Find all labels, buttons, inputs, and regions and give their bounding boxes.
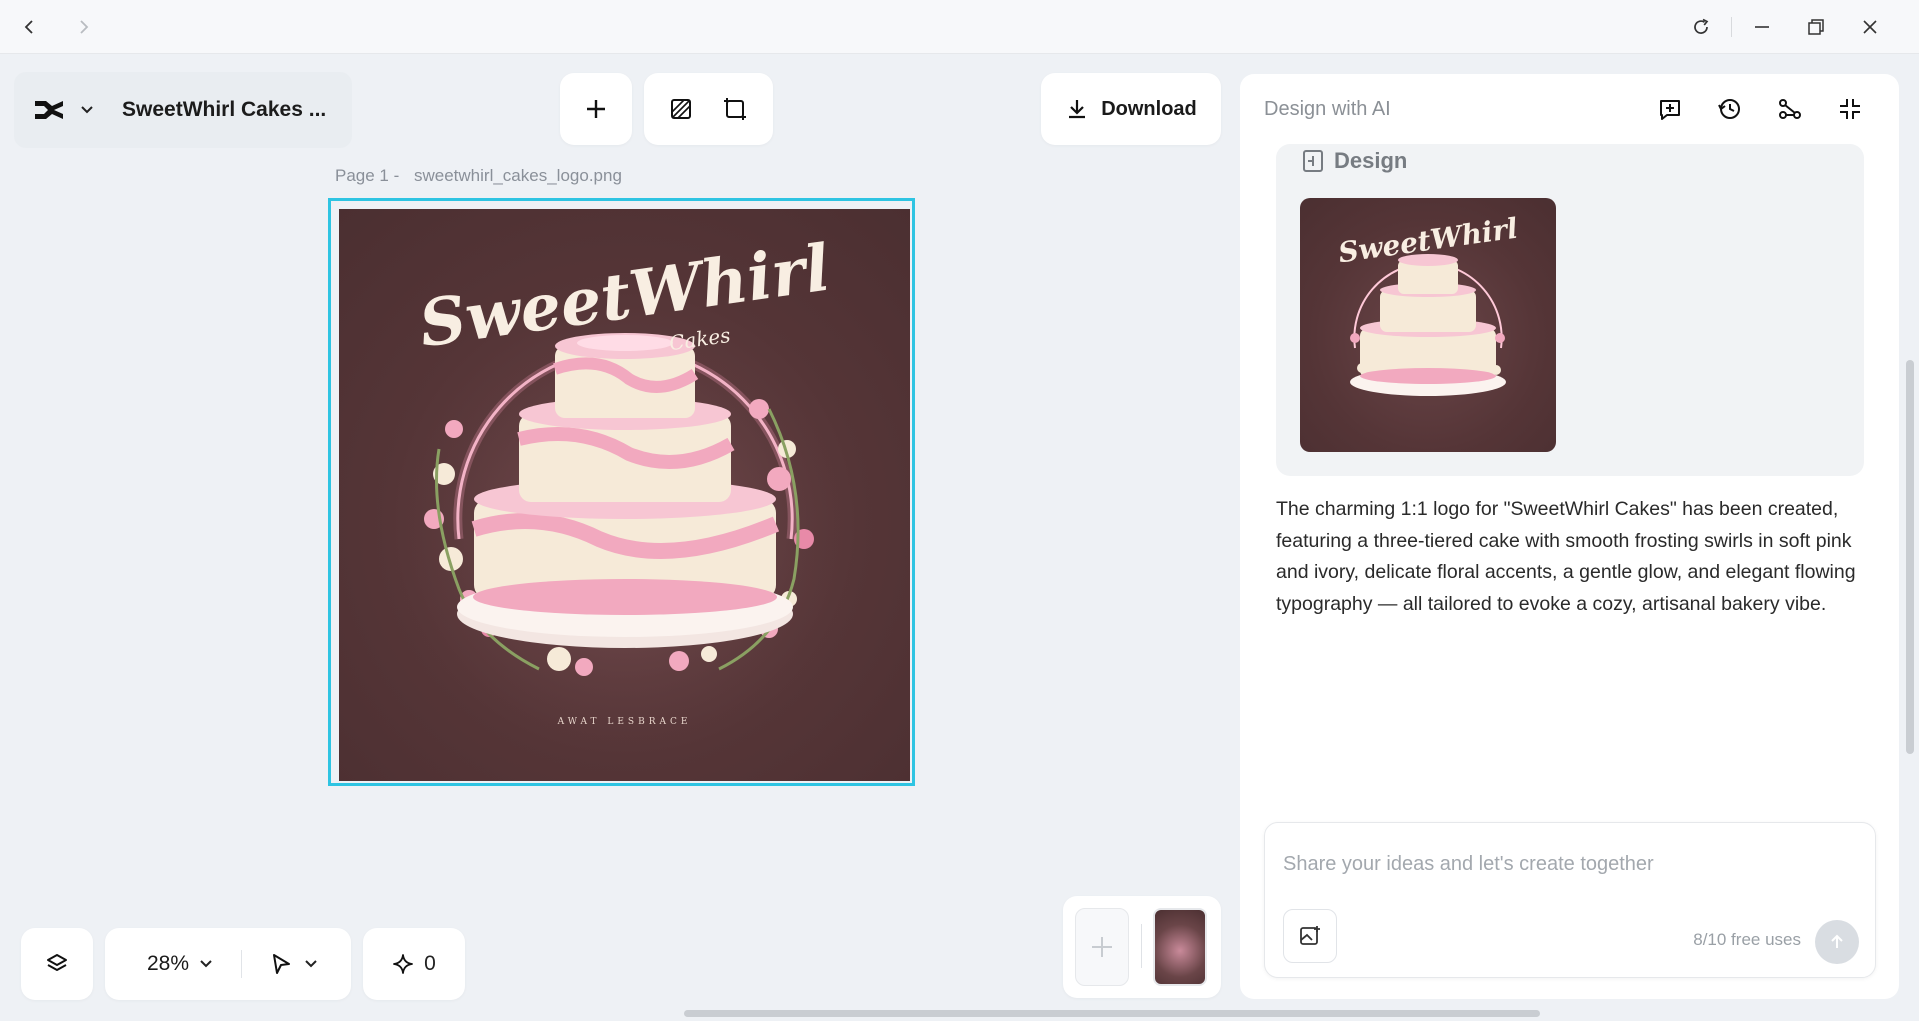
share-icon — [1779, 99, 1801, 119]
restore-icon — [1808, 19, 1824, 35]
chevron-down-icon — [81, 106, 93, 114]
close-button[interactable] — [1853, 10, 1887, 44]
toolbar-divider — [241, 950, 243, 978]
file-name[interactable]: sweetwhirl_cakes_logo.png — [414, 166, 622, 185]
plus-icon — [587, 100, 605, 118]
chevron-left-icon — [24, 20, 33, 34]
minimize-button[interactable] — [1745, 10, 1779, 44]
upload-image-button[interactable] — [1283, 909, 1337, 963]
image-add-icon — [1300, 926, 1320, 945]
arrow-up-icon — [1831, 934, 1843, 948]
new-chat-icon — [1660, 100, 1680, 120]
send-button[interactable] — [1815, 920, 1859, 964]
chevron-right-icon — [80, 20, 89, 34]
cursor-icon — [273, 954, 291, 974]
ai-panel: Design with AI Design SweetWhirl The cha… — [1240, 74, 1899, 999]
ai-response-text: The charming 1:1 logo for "SweetWhirl Ca… — [1276, 498, 1856, 615]
download-button[interactable]: Download — [1041, 73, 1221, 145]
new-chat-button[interactable] — [1657, 96, 1683, 122]
design-heading: Design — [1302, 148, 1407, 174]
history-icon — [1718, 99, 1740, 119]
chevron-down-icon — [200, 960, 212, 968]
panel-title: Design with AI — [1264, 98, 1391, 120]
minimize-icon — [1755, 26, 1769, 28]
design-icon — [1303, 150, 1323, 172]
page-label: Page 1 - sweetwhirl_cakes_logo.png — [335, 166, 622, 186]
collapse-icon — [1840, 99, 1860, 119]
prompt-input-box[interactable]: Share your ideas and let's create togeth… — [1264, 822, 1876, 978]
layers-button[interactable] — [21, 928, 93, 1000]
resize-icon — [724, 98, 747, 120]
resize-button[interactable] — [722, 96, 748, 122]
zoom-level: 28% — [147, 952, 190, 975]
page-1-thumbnail[interactable] — [1153, 908, 1207, 986]
design-heading-label: Design — [1334, 148, 1408, 173]
app-menu[interactable] — [32, 97, 94, 123]
close-icon — [1863, 20, 1877, 34]
collapse-panel-button[interactable] — [1837, 96, 1863, 122]
refresh-button[interactable] — [1684, 10, 1718, 44]
logo-artwork[interactable]: SweetWhirl Cakes AWAT LESBRACE — [339, 209, 910, 781]
chevron-down-icon — [305, 960, 317, 968]
download-icon — [1069, 100, 1086, 119]
logo-tagline: AWAT LESBRACE — [557, 717, 692, 727]
sparkle-icon — [393, 954, 414, 974]
zoom-select[interactable]: 28% — [147, 952, 213, 976]
project-header: SweetWhirl Cakes ... — [14, 72, 352, 148]
prompt-placeholder[interactable]: Share your ideas and let's create togeth… — [1283, 853, 1654, 876]
layers-icon — [47, 954, 67, 971]
design-thumbnail[interactable]: SweetWhirl — [1300, 198, 1556, 452]
canvas-horizontal-scrollbar[interactable] — [684, 1010, 1540, 1017]
credits-button[interactable]: 0 — [363, 928, 465, 1000]
page-number: Page 1 - — [335, 166, 400, 185]
back-button[interactable] — [13, 10, 47, 44]
pointer-select[interactable] — [270, 952, 318, 976]
titlebar-divider — [1731, 17, 1732, 37]
page-thumbnails — [1063, 896, 1221, 998]
canvas-selection[interactable]: SweetWhirl Cakes AWAT LESBRACE — [328, 198, 915, 786]
forward-button[interactable] — [66, 10, 100, 44]
history-button[interactable] — [1717, 96, 1743, 122]
free-uses-counter: 8/10 free uses — [1693, 930, 1801, 949]
refresh-icon — [1694, 18, 1709, 34]
panel-actions — [1657, 96, 1863, 122]
download-label: Download — [1101, 97, 1197, 120]
restore-button[interactable] — [1799, 10, 1833, 44]
plus-icon — [1092, 937, 1112, 957]
canvas-tools — [644, 73, 773, 145]
capcut-logo-icon — [35, 101, 63, 119]
share-button[interactable] — [1777, 96, 1803, 122]
background-tool-button[interactable] — [669, 97, 693, 121]
zoom-toolbar: 28% — [105, 928, 351, 1000]
thumbnail-divider — [1141, 924, 1142, 968]
document-title[interactable]: SweetWhirl Cakes ... — [122, 98, 326, 122]
panel-scrollbar[interactable] — [1906, 360, 1914, 754]
title-bar — [0, 0, 1919, 54]
credits-count: 0 — [424, 952, 436, 975]
pattern-fill-icon — [670, 99, 691, 119]
add-page-button[interactable] — [1075, 908, 1129, 986]
add-button[interactable] — [560, 73, 632, 145]
